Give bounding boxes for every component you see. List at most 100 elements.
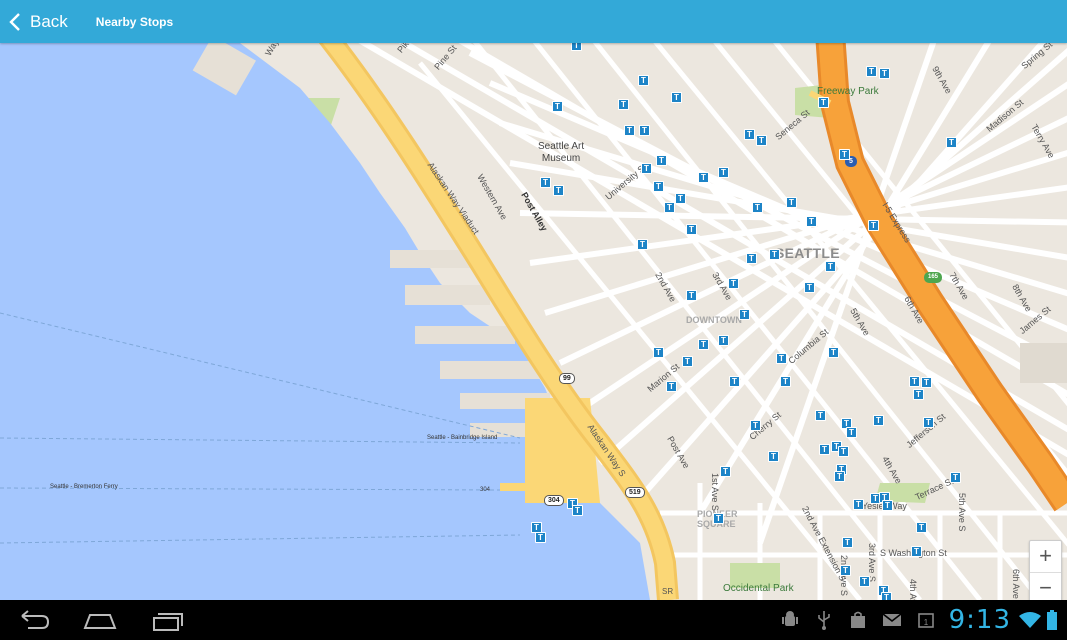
transit-stop-marker[interactable]: T — [718, 167, 729, 178]
transit-stop-marker[interactable]: T — [769, 249, 780, 260]
transit-stop-marker[interactable]: T — [752, 202, 763, 213]
calendar-icon: 1 — [913, 610, 939, 630]
transit-stop-marker[interactable]: T — [950, 472, 961, 483]
transit-stop-marker[interactable]: T — [718, 335, 729, 346]
transit-stop-marker[interactable]: T — [666, 381, 677, 392]
transit-stop-marker[interactable]: T — [853, 499, 864, 510]
transit-stop-marker[interactable]: T — [713, 513, 724, 524]
svg-text:1: 1 — [923, 618, 928, 627]
transit-stop-marker[interactable]: T — [756, 135, 767, 146]
transit-stop-marker[interactable]: T — [828, 347, 839, 358]
zoom-out-button[interactable]: − — [1030, 572, 1061, 600]
transit-stop-marker[interactable]: T — [839, 149, 850, 160]
transit-stop-marker[interactable]: T — [686, 290, 697, 301]
zoom-in-button[interactable]: + — [1030, 541, 1061, 572]
map-base — [0, 43, 1067, 600]
transit-stop-marker[interactable]: T — [618, 99, 629, 110]
transit-stop-marker[interactable]: T — [728, 278, 739, 289]
usb-icon — [811, 610, 837, 630]
transit-stop-marker[interactable]: T — [840, 565, 851, 576]
zoom-controls: + − — [1029, 540, 1062, 600]
recent-apps-button[interactable] — [148, 606, 188, 634]
system-navigation-bar: 1 9:13 — [0, 600, 1067, 640]
transit-stop-marker[interactable]: T — [641, 163, 652, 174]
transit-stop-marker[interactable]: T — [653, 347, 664, 358]
transit-stop-marker[interactable]: T — [572, 505, 583, 516]
transit-stop-marker[interactable]: T — [535, 532, 546, 543]
highway-shield: 304 — [480, 487, 491, 493]
transit-stop-marker[interactable]: T — [638, 75, 649, 86]
transit-stop-marker[interactable]: T — [624, 125, 635, 136]
transit-stop-marker[interactable]: T — [750, 420, 761, 431]
transit-stop-marker[interactable]: T — [746, 253, 757, 264]
transit-stop-marker[interactable]: T — [868, 220, 879, 231]
page-title: Nearby Stops — [95, 14, 174, 29]
transit-stop-marker[interactable]: T — [744, 129, 755, 140]
transit-stop-marker[interactable]: T — [776, 353, 787, 364]
transit-stop-marker[interactable]: T — [552, 101, 563, 112]
ferry-label: Seattle - Bremerton Ferry — [50, 484, 118, 490]
street-label: 6th Ave S — [1011, 569, 1021, 600]
highway-shield: 99 — [559, 373, 575, 384]
place-label: Seattle Art Museum — [538, 141, 585, 164]
transit-stop-marker[interactable]: T — [866, 66, 877, 77]
transit-stop-marker[interactable]: T — [768, 451, 779, 462]
transit-stop-marker[interactable]: T — [923, 417, 934, 428]
street-label: 4th Ave S — [908, 579, 918, 600]
transit-stop-marker[interactable]: T — [786, 197, 797, 208]
transit-stop-marker[interactable]: T — [882, 500, 893, 511]
transit-stop-marker[interactable]: T — [686, 224, 697, 235]
transit-stop-marker[interactable]: T — [819, 444, 830, 455]
transit-stop-marker[interactable]: T — [909, 376, 920, 387]
status-bar: 1 9:13 — [777, 600, 1067, 640]
map-view[interactable]: Pike Pl Pine St Way Spring St 9th Ave Ma… — [0, 43, 1067, 600]
transit-stop-marker[interactable]: T — [873, 415, 884, 426]
transit-stop-marker[interactable]: T — [946, 137, 957, 148]
transit-stop-marker[interactable]: T — [553, 185, 564, 196]
transit-stop-marker[interactable]: T — [842, 537, 853, 548]
transit-stop-marker[interactable]: T — [911, 546, 922, 557]
transit-stop-marker[interactable]: T — [698, 172, 709, 183]
highway-shield: 165 — [924, 272, 943, 283]
transit-stop-marker[interactable]: T — [838, 446, 849, 457]
transit-stop-marker[interactable]: T — [815, 410, 826, 421]
transit-stop-marker[interactable]: T — [720, 466, 731, 477]
transit-stop-marker[interactable]: T — [671, 92, 682, 103]
home-nav-button[interactable] — [80, 606, 120, 634]
back-nav-button[interactable] — [14, 606, 54, 634]
highway-label: SR — [662, 587, 674, 596]
transit-stop-marker[interactable]: T — [780, 376, 791, 387]
back-button[interactable]: Back — [0, 0, 82, 43]
back-label: Back — [30, 11, 68, 31]
transit-stop-marker[interactable]: T — [682, 356, 693, 367]
highway-shield: 519 — [625, 487, 645, 498]
transit-stop-marker[interactable]: T — [698, 339, 709, 350]
transit-stop-marker[interactable]: T — [846, 427, 857, 438]
gmail-icon — [879, 610, 905, 630]
place-label: DOWNTOWN — [686, 315, 742, 325]
place-label: Freeway Park — [817, 86, 879, 97]
transit-stop-marker[interactable]: T — [921, 377, 932, 388]
transit-stop-marker[interactable]: T — [656, 155, 667, 166]
transit-stop-marker[interactable]: T — [859, 576, 870, 587]
transit-stop-marker[interactable]: T — [834, 471, 845, 482]
transit-stop-marker[interactable]: T — [881, 592, 892, 600]
transit-stop-marker[interactable]: T — [675, 193, 686, 204]
transit-stop-marker[interactable]: T — [739, 309, 750, 320]
transit-stop-marker[interactable]: T — [806, 216, 817, 227]
transit-stop-marker[interactable]: T — [571, 43, 582, 51]
transit-stop-marker[interactable]: T — [637, 239, 648, 250]
transit-stop-marker[interactable]: T — [913, 389, 924, 400]
street-label: 5th Ave S — [957, 493, 967, 532]
action-bar: Back Nearby Stops — [0, 0, 1067, 43]
transit-stop-marker[interactable]: T — [916, 522, 927, 533]
transit-stop-marker[interactable]: T — [664, 202, 675, 213]
transit-stop-marker[interactable]: T — [653, 181, 664, 192]
transit-stop-marker[interactable]: T — [729, 376, 740, 387]
transit-stop-marker[interactable]: T — [818, 97, 829, 108]
transit-stop-marker[interactable]: T — [540, 177, 551, 188]
transit-stop-marker[interactable]: T — [879, 68, 890, 79]
transit-stop-marker[interactable]: T — [825, 261, 836, 272]
transit-stop-marker[interactable]: T — [804, 282, 815, 293]
transit-stop-marker[interactable]: T — [639, 125, 650, 136]
